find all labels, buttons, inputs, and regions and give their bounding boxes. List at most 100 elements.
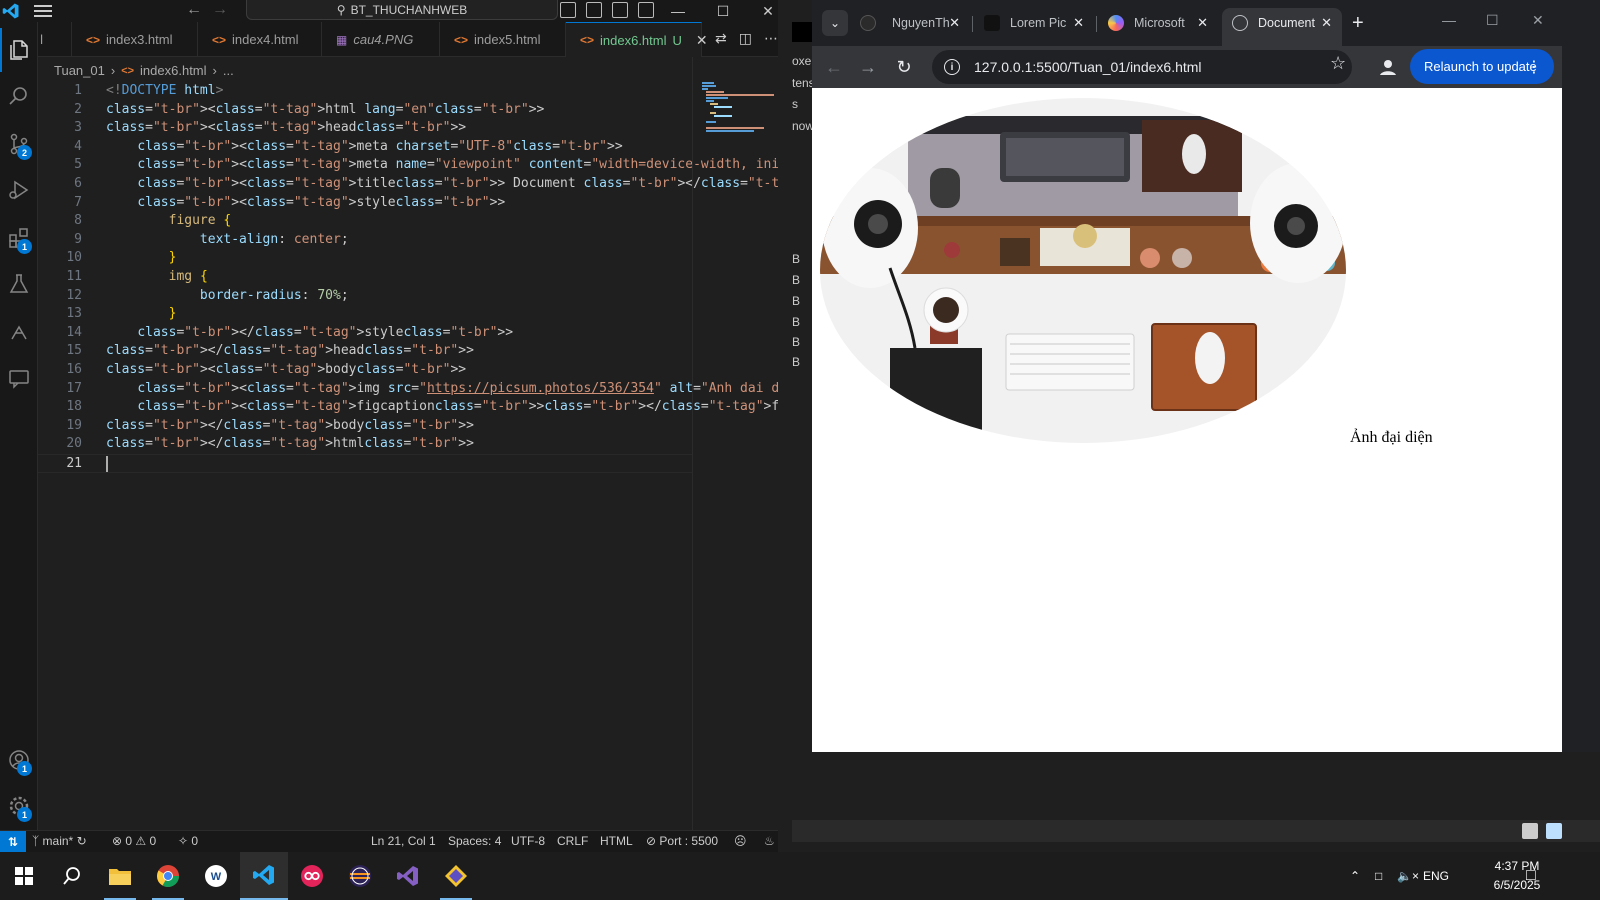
customize-layout-icon[interactable] [638, 2, 654, 18]
code-line[interactable]: 14 class="t-br"></class="t-tag">stylecla… [38, 324, 692, 343]
chrome-taskbar-icon[interactable] [144, 852, 192, 900]
vscode-taskbar-icon[interactable] [240, 852, 288, 900]
reload-icon[interactable]: ↻ [892, 55, 916, 79]
code-line[interactable]: 19 class="t-br"></class="t-tag">bodyclass… [38, 417, 692, 436]
branch-status[interactable]: ᛉ main* ↻ [32, 834, 87, 848]
relaunch-to-update-button[interactable]: Relaunch to update ⋮ [1410, 49, 1554, 84]
explorer-icon[interactable] [0, 28, 38, 72]
search-icon[interactable] [0, 74, 38, 118]
visual-studio-icon[interactable] [384, 852, 432, 900]
system-clock[interactable]: 4:37 PM 6/5/2025 [1482, 857, 1552, 895]
more-vert-icon[interactable]: ⋮ [1526, 57, 1542, 77]
remote-indicator-icon[interactable]: ⇅ [0, 831, 26, 852]
taskbar-search-icon[interactable] [48, 852, 96, 900]
manage-gear-icon[interactable]: 1 [0, 784, 38, 828]
problems-status[interactable]: ⊗ 0 ⚠ 0 [112, 834, 156, 848]
start-button[interactable] [0, 852, 48, 900]
tab-github[interactable]: NguyenTh ✕ [860, 8, 960, 38]
toggle-panel-icon[interactable] [586, 2, 602, 18]
remote-explorer-icon[interactable] [0, 310, 38, 354]
site-info-icon[interactable]: i [944, 59, 960, 75]
language-indicator[interactable]: ENG [1423, 852, 1449, 900]
code-line[interactable]: 18 class="t-br"><class="t-tag">figcaptio… [38, 398, 792, 417]
profile-icon[interactable] [1378, 57, 1398, 77]
tab-index3[interactable]: <> index3.html [72, 22, 198, 57]
tab-cau4[interactable]: ▦ cau4.PNG [322, 22, 440, 57]
code-line[interactable]: 9 text-align: center; [38, 231, 692, 250]
notifications-icon[interactable]: □ [1526, 852, 1536, 900]
close-tab-icon[interactable]: ✕ [1197, 15, 1208, 31]
more-actions-icon[interactable]: ⋯ [764, 30, 778, 47]
code-line[interactable]: 6 class="t-br"><class="t-tag">titleclass… [38, 175, 792, 194]
toggle-sidebar-icon[interactable] [560, 2, 576, 18]
show-hidden-icons[interactable]: ⌃ [1350, 852, 1360, 900]
bookmark-star-icon[interactable]: ☆ [1330, 53, 1346, 74]
code-line[interactable]: 17 class="t-br"><class="t-tag">img src="… [38, 380, 792, 399]
encoding-status[interactable]: UTF-8 [511, 834, 545, 848]
code-editor[interactable]: 1 <!DOCTYPE html> 2 class="t-br"><class="t-… [38, 82, 792, 830]
close-tab-icon[interactable]: ✕ [1073, 15, 1084, 31]
accounts-icon[interactable]: 1 [0, 738, 38, 782]
split-editor-icon[interactable]: ◫ [739, 30, 752, 47]
address-bar[interactable]: i 127.0.0.1:5500/Tuan_01/index6.html [932, 50, 1352, 84]
tab-index5[interactable]: <> index5.html [440, 22, 566, 57]
window-icon[interactable] [1546, 823, 1562, 839]
git-icon[interactable] [432, 852, 480, 900]
extensions-icon[interactable]: 1 [0, 216, 38, 260]
code-line[interactable]: 3 class="t-br"><class="t-tag">headclass="… [38, 119, 692, 138]
code-line[interactable]: 20 class="t-br"></class="t-tag">htmlclass… [38, 435, 692, 454]
breadcrumb-file[interactable]: index6.html [140, 63, 206, 78]
command-center-search[interactable]: ⚲ BT_THUCHANHWEB [246, 0, 558, 20]
code-line[interactable]: 4 class="t-br"><class="t-tag">meta chars… [38, 138, 692, 157]
tab-microsoft[interactable]: Microsoft ✕ [1108, 8, 1208, 38]
indentation-status[interactable]: Spaces: 4 [448, 834, 501, 848]
ports-status[interactable]: ✧ 0 [178, 834, 198, 848]
tab-search-dropdown-icon[interactable]: ⌄ [822, 10, 848, 36]
breadcrumb-more[interactable]: ... [223, 63, 234, 78]
file-explorer-icon[interactable] [96, 852, 144, 900]
forward-arrow-icon[interactable]: → [856, 55, 880, 79]
code-line[interactable]: 7 class="t-br"><class="t-tag">styleclass… [38, 194, 692, 213]
cursor-position[interactable]: Ln 21, Col 1 [371, 834, 436, 848]
live-server-status[interactable]: ⊘ Port : 5500 [646, 834, 718, 848]
panel-layout-icon[interactable] [1522, 823, 1538, 839]
tab-document[interactable]: Document ✕ [1222, 8, 1342, 46]
code-line[interactable]: 16 class="t-br"><class="t-tag">bodyclass=… [38, 361, 692, 380]
minimize-button[interactable]: — [655, 0, 701, 22]
minimap[interactable] [700, 82, 778, 132]
new-tab-icon[interactable]: + [1352, 12, 1364, 35]
close-tab-icon[interactable]: ✕ [696, 32, 708, 49]
code-line[interactable]: 5 class="t-br"><class="t-tag">meta name=… [38, 156, 792, 175]
code-line[interactable]: 10 } [38, 249, 692, 268]
compare-changes-icon[interactable]: ⇄ [715, 30, 727, 47]
back-arrow-icon[interactable]: ← [822, 55, 846, 79]
forward-arrow-icon[interactable]: → [212, 1, 228, 19]
tab-lorem-picsum[interactable]: Lorem Pic ✕ [984, 8, 1084, 38]
app-red-icon[interactable] [288, 852, 336, 900]
breadcrumb-folder[interactable]: Tuan_01 [54, 63, 105, 78]
copilot-icon[interactable]: ☹ [734, 834, 747, 848]
close-tab-icon[interactable]: ✕ [1321, 15, 1332, 31]
close-button[interactable]: ✕ [1532, 12, 1544, 29]
menu-icon[interactable] [34, 3, 52, 19]
toggle-secondary-sidebar-icon[interactable] [612, 2, 628, 18]
eol-status[interactable]: CRLF [557, 834, 588, 848]
code-line[interactable]: 8 figure { [38, 212, 692, 231]
eclipse-icon[interactable] [336, 852, 384, 900]
tab-index6[interactable]: <> index6.html U ✕ [566, 22, 708, 57]
source-control-icon[interactable]: 2 [0, 122, 38, 166]
minimize-button[interactable]: — [1442, 12, 1456, 28]
testing-icon[interactable] [0, 262, 38, 306]
close-tab-icon[interactable]: ✕ [949, 15, 960, 31]
volume-muted-icon[interactable]: 🔈× [1397, 852, 1419, 900]
tab-partial[interactable]: l [38, 22, 72, 57]
chat-icon[interactable] [0, 356, 38, 400]
code-line[interactable]: 15 class="t-br"></class="t-tag">headclass… [38, 342, 692, 361]
code-line[interactable]: 12 border-radius: 70%; [38, 287, 692, 306]
code-line[interactable]: 2 class="t-br"><class="t-tag">html lang="… [38, 101, 692, 120]
run-debug-icon[interactable] [0, 168, 38, 212]
tab-index4[interactable]: <> index4.html [198, 22, 322, 57]
code-line[interactable]: 21 [38, 454, 692, 473]
code-line[interactable]: 11 img { [38, 268, 692, 287]
maximize-button[interactable]: ☐ [700, 0, 746, 22]
